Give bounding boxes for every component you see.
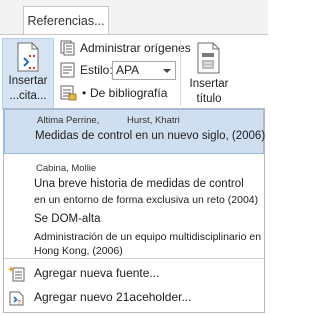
insert-citation-icon bbox=[16, 42, 42, 77]
citation-title: Una breve historia de medidas de control bbox=[34, 178, 244, 190]
insert-title-button[interactable]: Insertar título bbox=[186, 38, 232, 110]
citation-title-line-2: en un entorno de forma exclusiva un reto… bbox=[34, 194, 259, 206]
insert-title-label: Insertar bbox=[189, 78, 229, 90]
bibliography-icon bbox=[60, 85, 78, 107]
manage-sources-icon bbox=[60, 40, 76, 62]
manage-sources-label: Administrar orígenes bbox=[80, 41, 191, 55]
svg-text:?: ? bbox=[17, 300, 21, 306]
citation-title: Medidas de control en un nuevo siglo, (2… bbox=[35, 130, 266, 142]
citation-dropdown: Altima Perrine, Hurst, Khatri Medidas de… bbox=[3, 108, 265, 313]
style-value: APA bbox=[116, 63, 140, 77]
ribbon: Referencias... Insertar ...cita... Admin… bbox=[0, 0, 268, 110]
insert-citation-label: Insertar bbox=[8, 75, 48, 87]
add-new-source-button[interactable]: Agregar nueva fuente... bbox=[4, 262, 264, 286]
style-dropdown[interactable]: APA bbox=[112, 61, 176, 80]
citation-title: Se DOM-alta bbox=[34, 213, 101, 225]
insert-title-label-2: título bbox=[196, 93, 222, 105]
citation-title-line-2: Administración de un equipo multidiscipl… bbox=[34, 231, 262, 243]
add-new-placeholder-button[interactable]: ? Agregar nuevo 21aceholder... bbox=[4, 286, 264, 310]
ribbon-tab-bar: Referencias... bbox=[0, 0, 268, 35]
insert-citation-button[interactable]: Insertar ...cita... bbox=[2, 38, 54, 110]
add-source-icon bbox=[7, 266, 26, 287]
citation-author: Cabina, Mollie bbox=[36, 163, 97, 174]
menu-divider bbox=[4, 258, 264, 259]
bullet: • bbox=[82, 86, 87, 100]
add-placeholder-icon: ? bbox=[8, 290, 26, 311]
tab-references[interactable]: Referencias... bbox=[23, 6, 109, 35]
add-new-source-label: Agregar nueva fuente... bbox=[34, 266, 160, 280]
add-new-placeholder-label: Agregar nuevo 21aceholder... bbox=[34, 290, 192, 304]
citation-title-line-3: Hong Kong, (2006) bbox=[34, 245, 123, 257]
chevron-down-icon bbox=[163, 69, 171, 73]
citation-item-2[interactable]: Cabina, Mollie Una breve historia de med… bbox=[4, 156, 264, 213]
style-icon bbox=[60, 62, 76, 84]
bibliography-label: De bibliografía bbox=[90, 86, 168, 100]
citation-author: Hurst, Khatri bbox=[127, 115, 180, 126]
insert-citation-label-2: ...cita... bbox=[9, 90, 47, 102]
citation-item-1[interactable]: Altima Perrine, Hurst, Khatri Medidas de… bbox=[4, 109, 266, 154]
insert-title-icon bbox=[196, 42, 222, 79]
group-divider bbox=[180, 40, 181, 106]
citation-author: Altima Perrine, bbox=[37, 115, 100, 126]
style-label: Estilo: bbox=[80, 63, 113, 77]
